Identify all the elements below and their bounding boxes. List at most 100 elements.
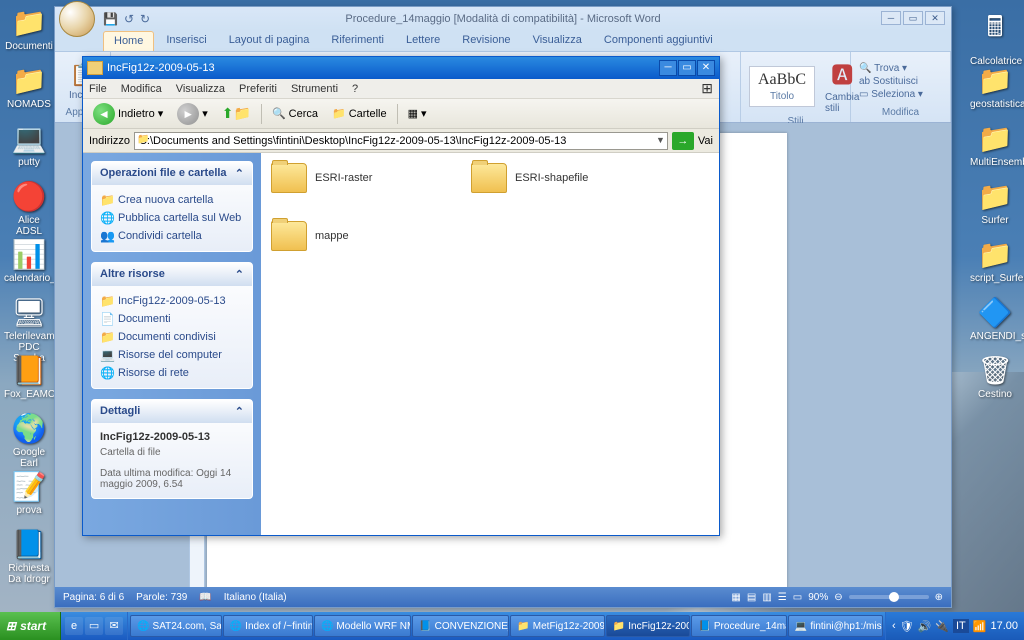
quick-access-toolbar[interactable]: 💾 ↺ ↻ (103, 12, 150, 26)
expand-tray-icon[interactable]: ‹ (892, 620, 896, 632)
word-count[interactable]: Parole: 739 (136, 592, 187, 603)
desktop-icon-putty[interactable]: 💻putty (4, 122, 54, 168)
task-link[interactable]: 👥Condividi cartella (100, 227, 244, 245)
redo-icon[interactable]: ↻ (140, 12, 150, 26)
taskbar-item[interactable]: 📘CONVENZIONE_... (412, 615, 509, 637)
style-preview[interactable]: AaBbC Titolo (749, 66, 815, 107)
desktop-icon-google-earl[interactable]: 🌍Google Earl (4, 412, 54, 469)
tab-layout-di-pagina[interactable]: Layout di pagina (219, 31, 320, 51)
menu-preferiti[interactable]: Preferiti (239, 83, 277, 95)
tab-inserisci[interactable]: Inserisci (156, 31, 216, 51)
collapse-icon[interactable]: ⌃ (235, 167, 244, 180)
tab-lettere[interactable]: Lettere (396, 31, 450, 51)
language[interactable]: Italiano (Italia) (224, 592, 287, 603)
tab-home[interactable]: Home (103, 31, 154, 51)
desktop-icon-script-surfer[interactable]: 📁script_Surfer (970, 238, 1020, 284)
desktop-icon-richiesta-da-idrogr[interactable]: 📘Richiesta Da Idrogr (4, 528, 54, 585)
task-link[interactable]: 📁Crea nuova cartella (100, 191, 244, 209)
desktop-icon-fox-eamc[interactable]: 📙Fox_EAMC (4, 354, 54, 400)
zoom-slider[interactable] (849, 595, 929, 599)
clock[interactable]: 17.00 (990, 620, 1018, 632)
taskbar-item[interactable]: 📁IncFig12z-200... (606, 615, 691, 637)
start-button[interactable]: ⊞start (0, 612, 61, 640)
desktop-icon-multiensemble[interactable]: 📁MultiEnsemble (970, 122, 1020, 168)
desktop-icon-geostatistica[interactable]: 📁geostatistica (970, 64, 1020, 110)
view-full-icon[interactable]: ▤ (747, 592, 756, 603)
outlook-icon[interactable]: ✉ (105, 617, 123, 635)
desktop-icon-prova[interactable]: 📝prova (4, 470, 54, 516)
folder-item-esri-raster[interactable]: ESRI-raster (271, 163, 431, 193)
maximize-button[interactable]: ▭ (678, 60, 696, 76)
address-input[interactable] (134, 132, 668, 150)
close-button[interactable]: ✕ (925, 11, 945, 25)
desktop-icon-surfer[interactable]: 📁Surfer (970, 180, 1020, 226)
collapse-icon[interactable]: ⌃ (235, 405, 244, 418)
select-button[interactable]: ▭ Seleziona ▾ (859, 89, 923, 100)
go-button[interactable]: → (672, 132, 694, 150)
zoom-level[interactable]: 90% (808, 592, 828, 603)
menu-modifica[interactable]: Modifica (121, 83, 162, 95)
office-button[interactable] (59, 1, 95, 37)
task-link[interactable]: 📄Documenti (100, 310, 244, 328)
tray-icon[interactable]: 🛡 (900, 620, 914, 633)
zoom-in-button[interactable]: ⊕ (935, 592, 943, 603)
ie-icon[interactable]: e (65, 617, 83, 635)
tray-icon[interactable]: 🔌 (935, 620, 949, 633)
task-link[interactable]: 🌐Risorse di rete (100, 364, 244, 382)
minimize-button[interactable]: ─ (881, 11, 901, 25)
tray-icon[interactable]: 🔊 (918, 620, 932, 633)
menu-?[interactable]: ? (352, 83, 358, 95)
desktop-icon-calcolatrice[interactable]: 🖩Calcolatrice (970, 6, 1020, 67)
desktop-icon-angendi-s[interactable]: 🔷ANGENDI_s (970, 296, 1020, 342)
taskbar-item[interactable]: 📁MetFig12z-2009-... (510, 615, 605, 637)
tray-icon[interactable]: 📶 (973, 620, 987, 633)
search-button[interactable]: 🔍Cerca (268, 105, 322, 122)
dropdown-icon[interactable]: ▼ (656, 135, 665, 145)
zoom-out-button[interactable]: ⊖ (834, 592, 842, 603)
folder-item-mappe[interactable]: mappe (271, 221, 431, 251)
system-tray[interactable]: ‹ 🛡 🔊 🔌 IT 📶 17.00 (885, 612, 1024, 640)
view-outline-icon[interactable]: ☰ (778, 592, 787, 603)
menu-strumenti[interactable]: Strumenti (291, 83, 338, 95)
views-button[interactable]: ▦▾ (404, 105, 431, 122)
collapse-icon[interactable]: ⌃ (235, 268, 244, 281)
forward-button[interactable]: ► ▾ (173, 101, 212, 127)
task-link[interactable]: 💻Risorse del computer (100, 346, 244, 364)
minimize-button[interactable]: ─ (659, 60, 677, 76)
desktop-icon-calendario-[interactable]: 📊calendario_ (4, 238, 54, 284)
task-link[interactable]: 📁IncFig12z-2009-05-13 (100, 292, 244, 310)
taskbar-item[interactable]: 💻fintini@hp1:/misc... (788, 615, 883, 637)
desktop-icon-alice-adsl[interactable]: 🔴Alice ADSL (4, 180, 54, 237)
file-list[interactable]: ESRI-raster ESRI-shapefile mappe (261, 153, 719, 535)
tab-revisione[interactable]: Revisione (452, 31, 520, 51)
menu-visualizza[interactable]: Visualizza (176, 83, 225, 95)
view-print-icon[interactable]: ▦ (731, 592, 740, 603)
folder-item-esri-shapefile[interactable]: ESRI-shapefile (471, 163, 631, 193)
taskbar-item[interactable]: 📘Procedure_14ma... (691, 615, 786, 637)
desktop-icon[interactable]: ▭ (85, 617, 103, 635)
task-link[interactable]: 📁Documenti condivisi (100, 328, 244, 346)
word-titlebar[interactable]: 💾 ↺ ↻ Procedure_14maggio [Modalità di co… (55, 7, 951, 31)
desktop-icon-documenti[interactable]: 📁Documenti (4, 6, 54, 52)
replace-button[interactable]: ab Sostituisci (859, 76, 923, 87)
view-web-icon[interactable]: ▥ (762, 592, 771, 603)
maximize-button[interactable]: ▭ (903, 11, 923, 25)
desktop-icon-nomads[interactable]: 📁NOMADS (4, 64, 54, 110)
back-button[interactable]: ◄Indietro ▾ (89, 101, 167, 127)
find-button[interactable]: 🔍 Trova ▾ (859, 63, 923, 74)
taskbar-item[interactable]: 🌐Modello WRF NM... (314, 615, 411, 637)
save-icon[interactable]: 💾 (103, 12, 118, 26)
desktop-icon-cestino[interactable]: 🗑Cestino (970, 354, 1020, 400)
menu-file[interactable]: File (89, 83, 107, 95)
taskbar-item[interactable]: 🌐SAT24.com, Sat... (130, 615, 222, 637)
undo-icon[interactable]: ↺ (124, 12, 134, 26)
language-indicator[interactable]: IT (953, 619, 969, 633)
tab-riferimenti[interactable]: Riferimenti (321, 31, 394, 51)
task-link[interactable]: 🌐Pubblica cartella sul Web (100, 209, 244, 227)
spell-icon[interactable]: 📖 (199, 592, 211, 603)
explorer-titlebar[interactable]: IncFig12z-2009-05-13 ─ ▭ ✕ (83, 57, 719, 79)
folders-button[interactable]: 📁Cartelle (328, 105, 391, 122)
taskbar-item[interactable]: 🌐Index of /~fintini... (223, 615, 313, 637)
up-button[interactable]: ⬆📁 (218, 103, 255, 124)
view-draft-icon[interactable]: ▭ (793, 592, 802, 603)
